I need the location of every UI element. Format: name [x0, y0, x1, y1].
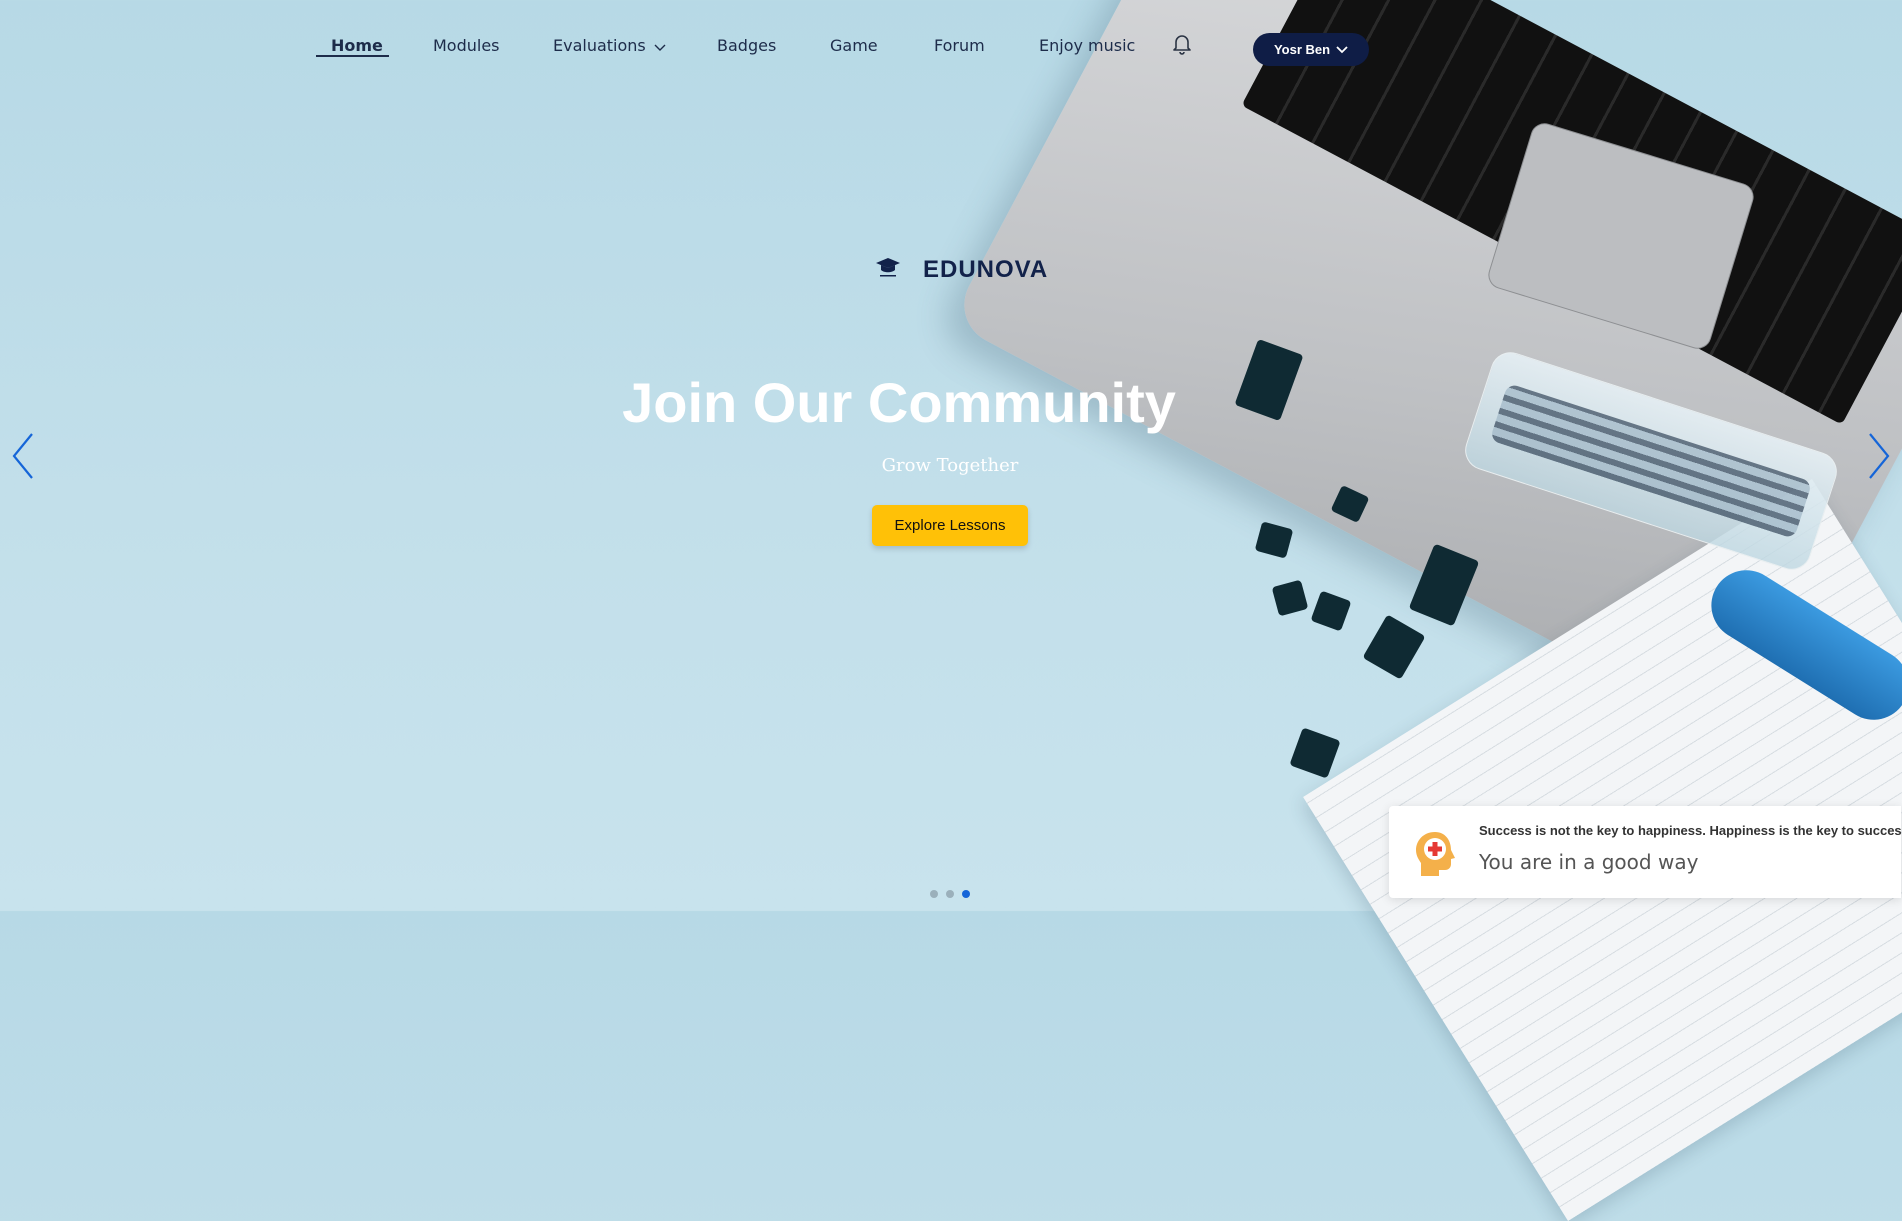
nav-evaluations-dropdown[interactable]: Evaluations: [553, 36, 666, 56]
brand-name: EDUNOVA: [923, 255, 1049, 283]
carousel-dot-active[interactable]: [962, 890, 970, 898]
nav-home[interactable]: Home: [331, 36, 383, 55]
top-navbar: Home Modules Evaluations Badges Game For…: [0, 0, 1902, 90]
bell-icon[interactable]: [1170, 31, 1194, 60]
nav-forum[interactable]: Forum: [934, 36, 985, 55]
graduation-cap-logo-icon: [875, 255, 901, 284]
binder-clip: [1271, 579, 1309, 617]
mental-health-icon: [1409, 828, 1461, 885]
toast-title: Success is not the key to happiness. Hap…: [1479, 823, 1902, 838]
nav-modules[interactable]: Modules: [433, 36, 500, 55]
nav-game[interactable]: Game: [830, 36, 878, 55]
carousel-next-icon[interactable]: [1866, 432, 1892, 485]
nav-badges[interactable]: Badges: [717, 36, 776, 55]
toast-message: You are in a good way: [1479, 850, 1699, 874]
nav-evaluations-label: Evaluations: [553, 36, 646, 55]
binder-clip: [1289, 727, 1341, 779]
nav-active-underline: [316, 55, 389, 57]
motivation-toast: Success is not the key to happiness. Hap…: [1389, 806, 1902, 898]
carousel-prev-icon[interactable]: [10, 432, 36, 485]
carousel-dot[interactable]: [930, 890, 938, 898]
chevron-down-icon: [1336, 42, 1348, 57]
nav-enjoy-music[interactable]: Enjoy music: [1039, 36, 1135, 55]
binder-clip: [1362, 614, 1426, 680]
carousel-dot[interactable]: [946, 890, 954, 898]
user-name: Yosr Ben: [1273, 42, 1331, 57]
explore-lessons-button[interactable]: Explore Lessons: [872, 505, 1028, 546]
brand: EDUNOVA: [875, 255, 1048, 284]
carousel-indicators: [930, 890, 970, 898]
binder-clip: [1254, 521, 1294, 559]
chevron-down-icon: [654, 37, 666, 56]
user-menu-button[interactable]: Yosr Ben: [1253, 33, 1369, 66]
hero-subtitle: Grow Together: [881, 455, 1019, 476]
binder-clip: [1310, 590, 1352, 632]
hero-title: Join Our Community: [622, 371, 1176, 434]
